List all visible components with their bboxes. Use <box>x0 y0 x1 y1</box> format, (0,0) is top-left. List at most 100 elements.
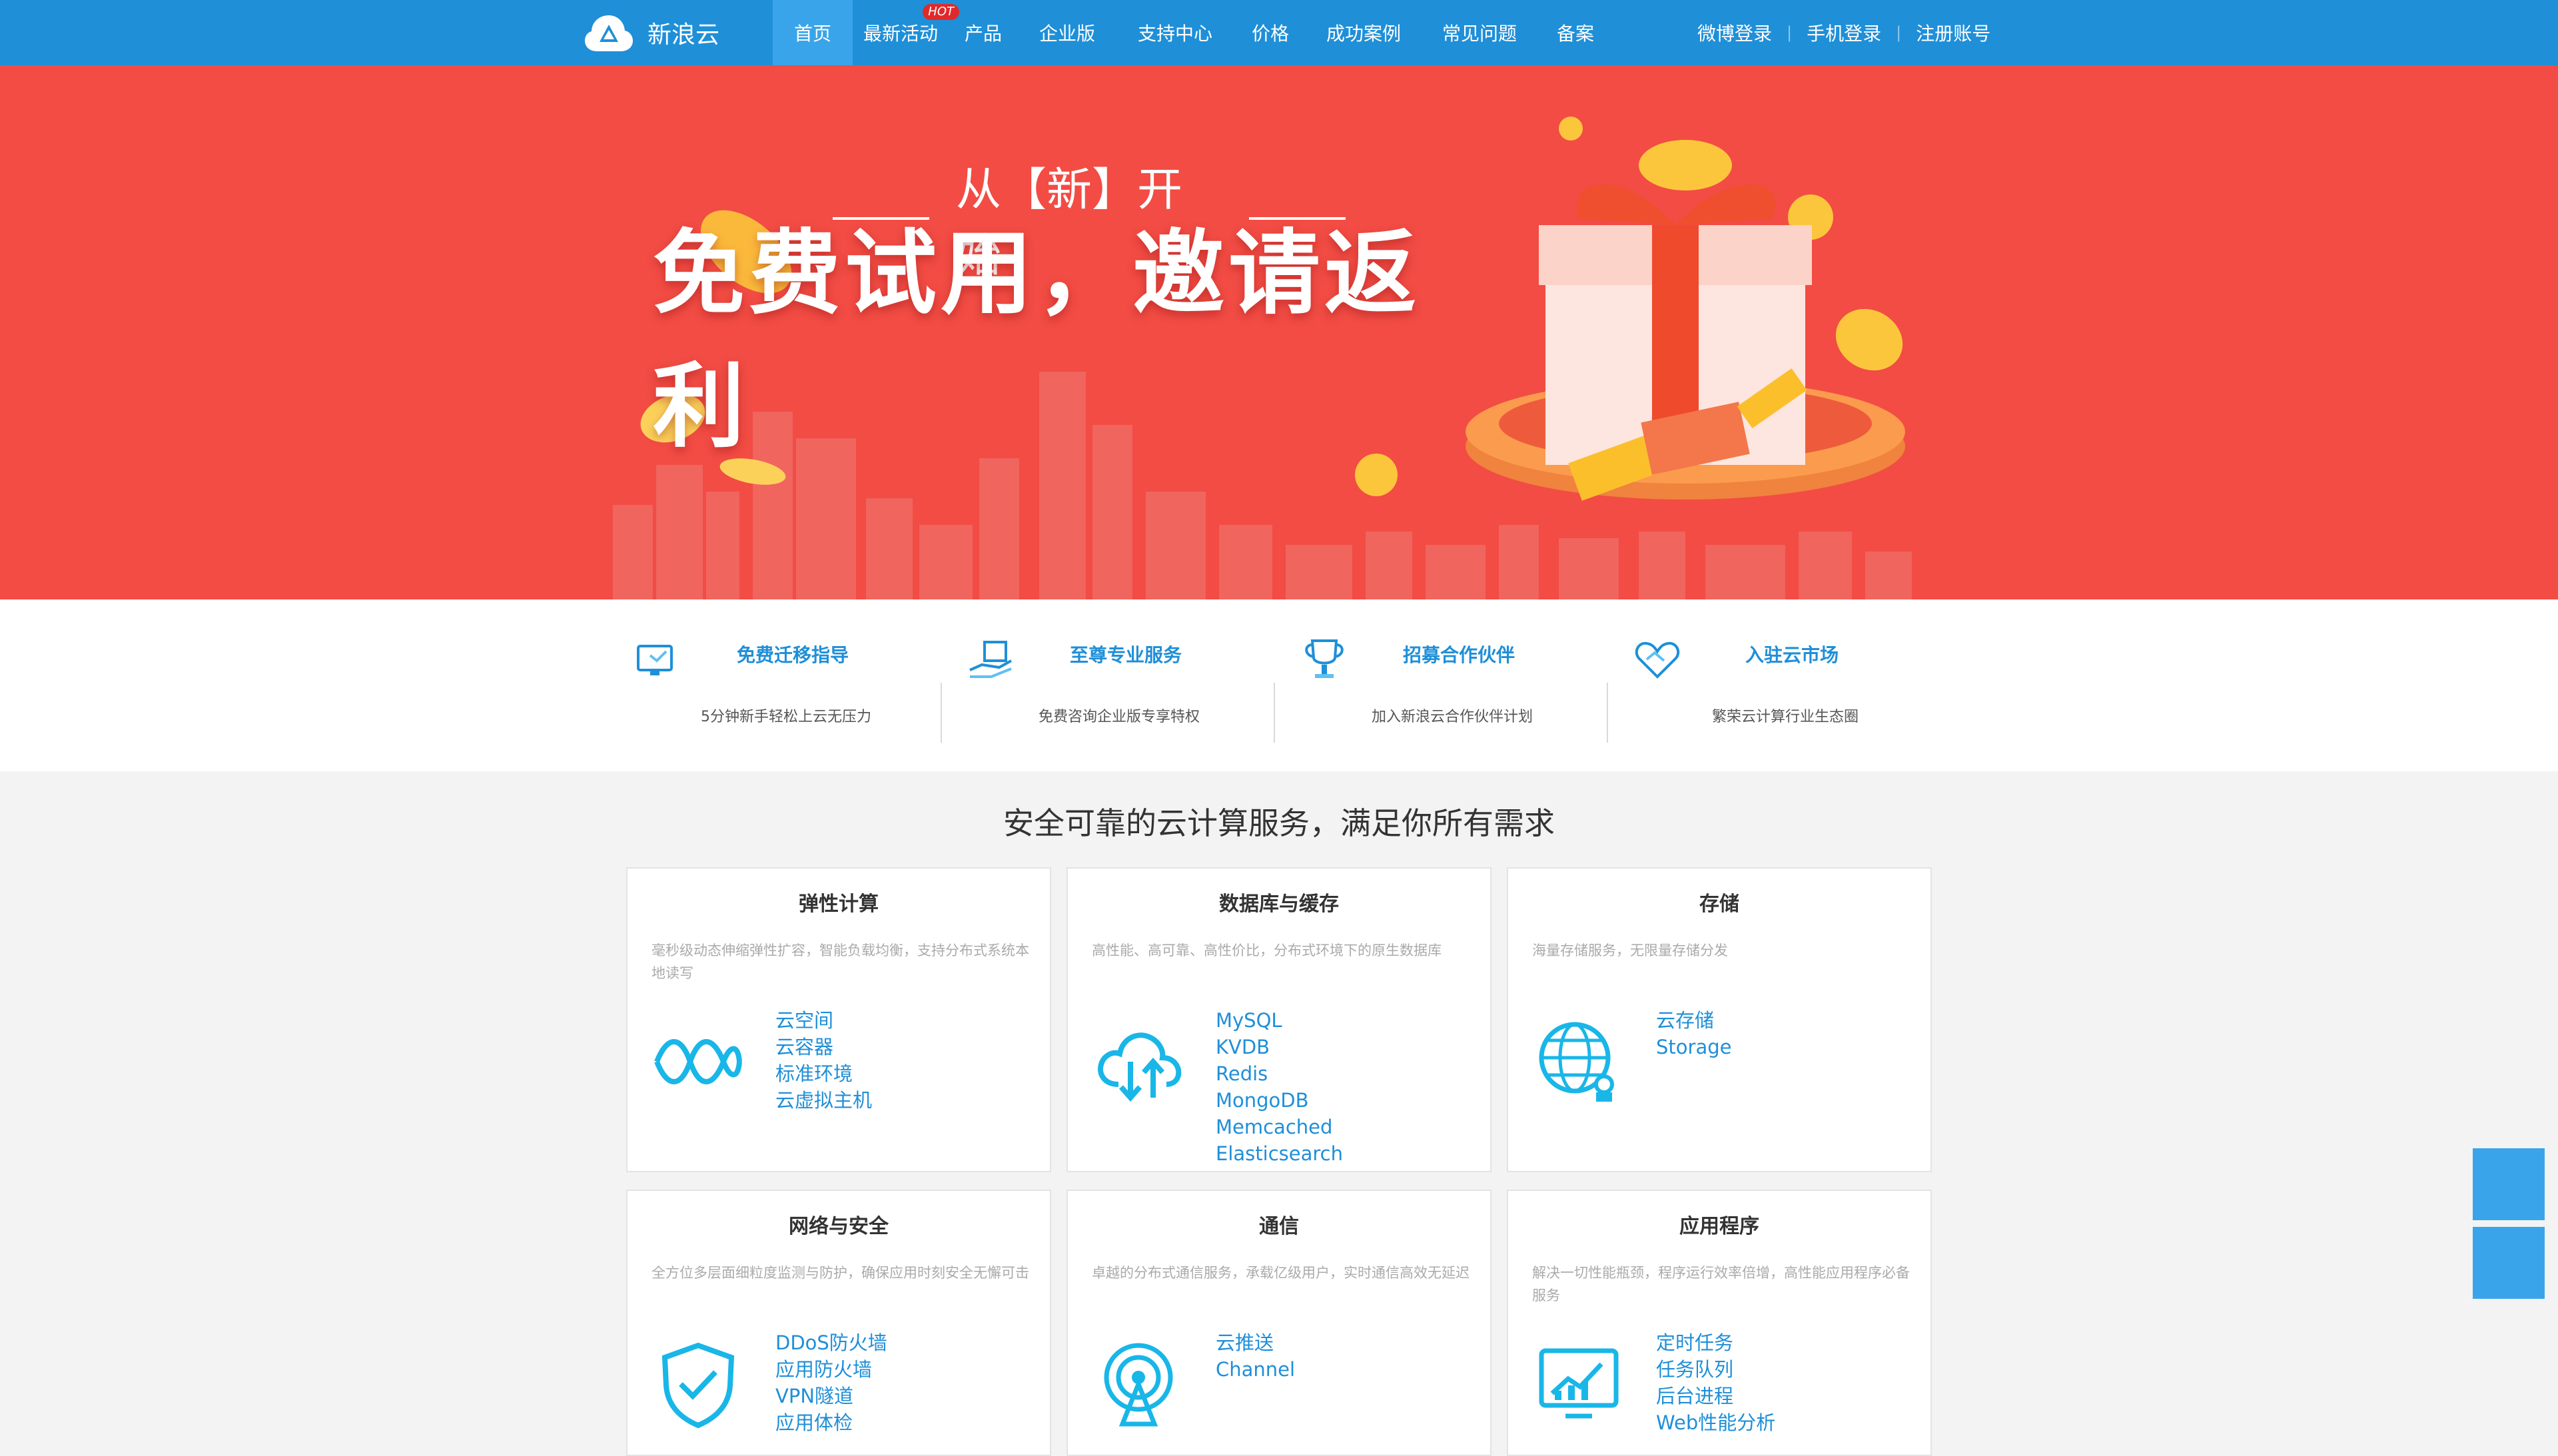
product-card-database: 数据库与缓存 高性能、高可靠、高性价比，分布式环境下的原生数据库 MySQL K… <box>1066 867 1492 1172</box>
nav-item-cases[interactable]: 成功案例 <box>1307 0 1420 65</box>
card-desc: 全方位多层面细粒度监测与防护，确保应用时刻安全无懈可击 <box>651 1265 1029 1281</box>
nav-label: 备案 <box>1556 23 1594 45</box>
side-button-2[interactable] <box>2473 1227 2545 1299</box>
feature-title: 免费迁移指导 <box>736 644 849 666</box>
main-nav: 首页 最新活动 HOT 产品 企业版 支持中心 价格 成功案例 常见问题 备案 <box>773 0 1612 65</box>
card-title: 网络与安全 <box>789 1215 889 1238</box>
separator: | <box>1787 23 1793 42</box>
card-link[interactable]: Channel <box>1216 1356 1295 1383</box>
card-link[interactable]: 定时任务 <box>1656 1329 1775 1356</box>
weibo-login-link[interactable]: 微博登录 <box>1697 19 1772 46</box>
card-link[interactable]: 应用防火墙 <box>775 1356 887 1383</box>
feature-partners[interactable]: 招募合作伙伴 加入新浪云合作伙伴计划 <box>1286 599 1619 771</box>
card-title: 通信 <box>1259 1215 1299 1238</box>
card-link[interactable]: 云存储 <box>1656 1007 1731 1034</box>
nav-item-home[interactable]: 首页 <box>773 0 853 65</box>
nav-item-enterprise[interactable]: 企业版 <box>1018 0 1116 65</box>
card-link[interactable]: 云容器 <box>775 1034 872 1060</box>
product-card-applications: 应用程序 解决一切性能瓶颈，程序运行效率倍增，高性能应用程序必备服务 定时任务 … <box>1507 1190 1932 1456</box>
feature-migration[interactable]: 免费迁移指导 5分钟新手轻松上云无压力 <box>620 599 953 771</box>
card-link[interactable]: 云虚拟主机 <box>775 1087 872 1114</box>
card-link[interactable]: Redis <box>1216 1060 1343 1087</box>
nav-item-faq[interactable]: 常见问题 <box>1420 0 1539 65</box>
hero-banner[interactable]: 从【新】开始 免费试用，邀请返利 <box>0 65 2558 599</box>
card-link[interactable]: MySQL <box>1216 1007 1343 1034</box>
section-title: 安全可靠的云计算服务，满足你所有需求 <box>1003 805 1555 841</box>
card-links: 定时任务 任务队列 后台进程 Web性能分析 <box>1656 1329 1775 1436</box>
card-link[interactable]: Memcached <box>1216 1114 1343 1140</box>
product-card-communication: 通信 卓越的分布式通信服务，承载亿级用户，实时通信高效无延迟 云推送 Chann… <box>1066 1190 1492 1456</box>
card-link[interactable]: DDoS防火墙 <box>775 1329 887 1356</box>
nav-label: 成功案例 <box>1326 23 1401 45</box>
globe-storage-icon <box>1532 1015 1625 1108</box>
card-link[interactable]: 云推送 <box>1216 1329 1295 1356</box>
feature-desc: 免费咨询企业版专享特权 <box>1038 709 1200 725</box>
feature-title: 入驻云市场 <box>1745 644 1839 666</box>
nav-label: 支持中心 <box>1137 23 1212 45</box>
product-card-storage: 存储 海量存储服务，无限量存储分发 云存储 Storage <box>1507 867 1932 1172</box>
nav-item-events[interactable]: 最新活动 HOT <box>853 0 959 65</box>
feature-title: 招募合作伙伴 <box>1402 644 1515 666</box>
features-strip: 免费迁移指导 5分钟新手轻松上云无压力 至尊专业服务 免费咨询企业版专享特权 招… <box>0 599 2558 771</box>
card-title: 弹性计算 <box>799 893 879 916</box>
card-links: DDoS防火墙 应用防火墙 VPN隧道 应用体检 <box>775 1329 887 1436</box>
nav-label: 价格 <box>1251 23 1289 45</box>
feature-desc: 5分钟新手轻松上云无压力 <box>701 709 871 725</box>
nav-label: 企业版 <box>1039 23 1095 45</box>
feature-desc: 繁荣云计算行业生态圈 <box>1711 709 1859 725</box>
card-link[interactable]: 标准环境 <box>775 1060 872 1087</box>
product-card-compute: 弹性计算 毫秒级动态伸缩弹性扩容，智能负载均衡，支持分布式系统本地读写 云空间 … <box>626 867 1051 1172</box>
card-link[interactable]: Web性能分析 <box>1656 1409 1775 1436</box>
cloud-logo-icon <box>584 13 634 53</box>
feature-marketplace[interactable]: 入驻云市场 繁荣云计算行业生态圈 <box>1619 599 1952 771</box>
divider <box>1274 683 1275 743</box>
feature-service[interactable]: 至尊专业服务 免费咨询企业版专享特权 <box>953 599 1286 771</box>
monitor-chart-icon <box>1532 1337 1625 1431</box>
card-link[interactable]: MongoDB <box>1216 1087 1343 1114</box>
nav-label: 常见问题 <box>1442 23 1517 45</box>
shield-check-icon <box>651 1337 745 1431</box>
card-link[interactable]: 后台进程 <box>1656 1383 1775 1409</box>
divider <box>1607 683 1608 743</box>
divider <box>941 683 942 743</box>
broadcast-icon <box>1092 1337 1185 1431</box>
nav-item-products[interactable]: 产品 <box>949 0 1018 65</box>
card-link[interactable]: VPN隧道 <box>775 1383 887 1409</box>
brand-name: 新浪云 <box>647 21 720 49</box>
card-title: 存储 <box>1699 893 1739 916</box>
nav-item-support[interactable]: 支持中心 <box>1116 0 1234 65</box>
card-link[interactable]: 应用体检 <box>775 1409 887 1436</box>
phone-login-link[interactable]: 手机登录 <box>1807 19 1881 46</box>
nav-label: 产品 <box>964 23 1002 45</box>
banner-title: 免费试用，邀请返利 <box>653 220 1421 460</box>
card-desc: 解决一切性能瓶颈，程序运行效率倍增，高性能应用程序必备服务 <box>1532 1265 1910 1303</box>
card-links: 云空间 云容器 标准环境 云虚拟主机 <box>775 1007 872 1114</box>
card-desc: 海量存储服务，无限量存储分发 <box>1532 942 1728 958</box>
card-title: 数据库与缓存 <box>1219 893 1339 916</box>
card-link[interactable]: 云空间 <box>775 1007 872 1034</box>
nav-label: 首页 <box>793 23 831 45</box>
feature-desc: 加入新浪云合作伙伴计划 <box>1371 709 1533 725</box>
logo[interactable]: 新浪云 <box>584 12 719 53</box>
nav-item-filing[interactable]: 备案 <box>1539 0 1612 65</box>
card-desc: 毫秒级动态伸缩弹性扩容，智能负载均衡，支持分布式系统本地读写 <box>651 942 1029 981</box>
register-link[interactable]: 注册账号 <box>1916 19 1990 46</box>
product-card-security: 网络与安全 全方位多层面细粒度监测与防护，确保应用时刻安全无懈可击 DDoS防火… <box>626 1190 1051 1456</box>
card-link[interactable]: Elasticsearch <box>1216 1140 1343 1167</box>
side-button-1[interactable] <box>2473 1148 2545 1220</box>
card-links: MySQL KVDB Redis MongoDB Memcached Elast… <box>1216 1007 1343 1167</box>
elastic-compute-icon <box>651 1015 745 1108</box>
card-link[interactable]: KVDB <box>1216 1034 1343 1060</box>
nav-label: 最新活动 <box>863 23 938 45</box>
feature-title: 至尊专业服务 <box>1069 644 1182 666</box>
card-links: 云推送 Channel <box>1216 1329 1295 1383</box>
separator: | <box>1896 23 1902 42</box>
account-links: 微博登录 | 手机登录 | 注册账号 <box>1697 0 1990 65</box>
card-desc: 卓越的分布式通信服务，承载亿级用户，实时通信高效无延迟 <box>1092 1265 1470 1281</box>
card-links: 云存储 Storage <box>1656 1007 1731 1060</box>
card-link[interactable]: 任务队列 <box>1656 1356 1775 1383</box>
nav-item-pricing[interactable]: 价格 <box>1234 0 1307 65</box>
top-navbar: 新浪云 首页 最新活动 HOT 产品 企业版 支持中心 价格 成功案例 常见问题 … <box>0 0 2558 65</box>
card-link[interactable]: Storage <box>1656 1034 1731 1060</box>
cloud-sync-icon <box>1092 1015 1185 1108</box>
